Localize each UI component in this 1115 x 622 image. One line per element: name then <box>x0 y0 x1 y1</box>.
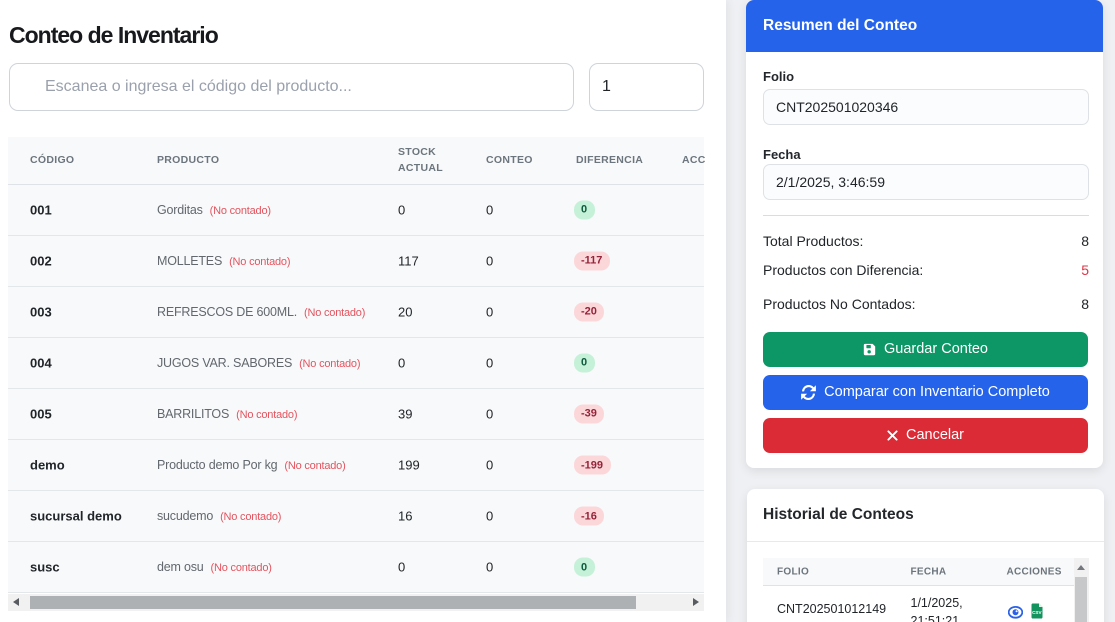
svg-text:CSV: CSV <box>1032 610 1042 615</box>
